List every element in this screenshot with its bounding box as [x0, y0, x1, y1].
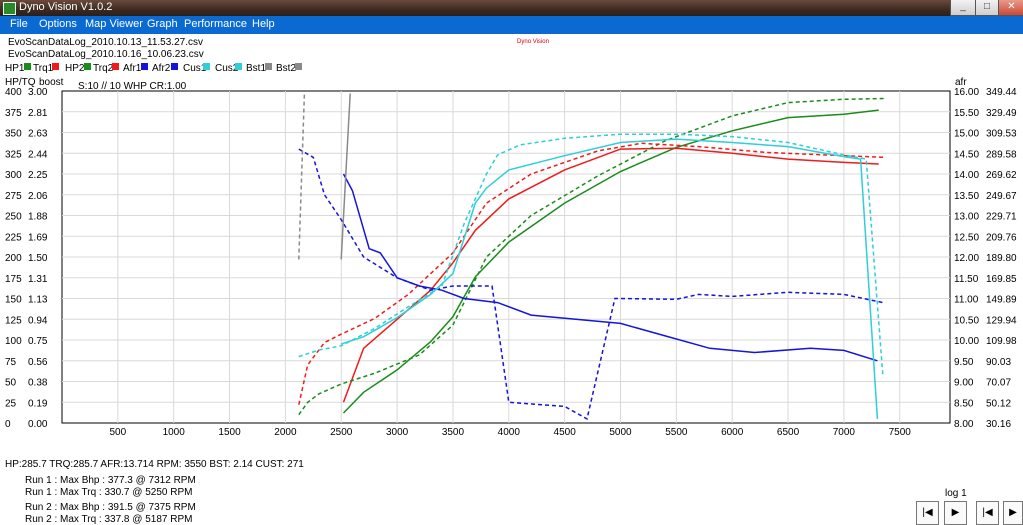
boost-tick-label: 2.25: [28, 170, 48, 181]
first-frame-button-2[interactable]: |◀: [976, 501, 999, 525]
boost-tick-label: 0.19: [28, 398, 48, 409]
afr-tick-label: 12.50: [954, 232, 979, 243]
afr-tick-label: 13.50: [954, 191, 979, 202]
cust-tick-label: 109.98: [986, 336, 1017, 347]
cust-tick-label: 289.58: [986, 149, 1017, 160]
hp-tick-label: 200: [5, 253, 22, 264]
afr-tick-label: 10.00: [954, 336, 979, 347]
hp-tick-label: 225: [5, 232, 22, 243]
boost-tick-label: 2.44: [28, 149, 48, 160]
boost-tick-label: 0.00: [28, 419, 48, 430]
cust-tick-label: 269.62: [986, 170, 1017, 181]
x-tick-label: 7500: [889, 427, 912, 438]
afr-tick-label: 11.50: [954, 274, 979, 285]
afr-tick-label: 13.00: [954, 212, 979, 223]
afr-tick-label: 16.00: [954, 87, 979, 98]
hp-tick-label: 100: [5, 336, 22, 347]
cust-tick-label: 229.71: [986, 212, 1017, 223]
hp-tick-label: 325: [5, 149, 22, 160]
status-readout: HP:285.7 TRQ:285.7 AFR:13.714 RPM: 3550 …: [5, 459, 304, 470]
boost-tick-label: 1.13: [28, 295, 48, 306]
boost-tick-label: 1.88: [28, 212, 48, 223]
run1-max-trq: Run 1 : Max Trq : 330.7 @ 5250 RPM: [25, 487, 193, 498]
first-frame-button[interactable]: |◀: [916, 501, 939, 525]
run1-max-bhp: Run 1 : Max Bhp : 377.3 @ 7312 RPM: [25, 475, 196, 486]
afr-tick-label: 15.50: [954, 108, 979, 119]
hp-tick-label: 25: [5, 398, 17, 409]
cust-tick-label: 349.44: [986, 87, 1017, 98]
x-tick-label: 500: [110, 427, 127, 438]
x-tick-label: 7000: [833, 427, 856, 438]
cust-tick-label: 169.85: [986, 274, 1017, 285]
hp-tick-label: 75: [5, 357, 17, 368]
boost-tick-label: 1.69: [28, 232, 48, 243]
cust-tick-label: 50.12: [986, 398, 1011, 409]
hp-tick-label: 375: [5, 108, 22, 119]
afr-tick-label: 8.50: [954, 398, 974, 409]
boost-tick-label: 3.00: [28, 87, 48, 98]
boost-tick-label: 0.75: [28, 336, 48, 347]
boost-tick-label: 0.38: [28, 378, 48, 389]
x-tick-label: 3000: [386, 427, 409, 438]
afr-tick-label: 9.50: [954, 357, 974, 368]
cust-tick-label: 189.80: [986, 253, 1017, 264]
x-tick-label: 4000: [498, 427, 521, 438]
cust-tick-label: 209.76: [986, 232, 1017, 243]
afr-tick-label: 14.00: [954, 170, 979, 181]
play-icon: ▶: [1009, 507, 1017, 518]
x-tick-label: 1000: [163, 427, 186, 438]
x-tick-label: 5000: [609, 427, 632, 438]
x-tick-label: 6000: [721, 427, 744, 438]
cust-tick-label: 129.94: [986, 315, 1017, 326]
boost-tick-label: 2.63: [28, 129, 48, 140]
cust-tick-label: 149.89: [986, 295, 1017, 306]
run2-max-bhp: Run 2 : Max Bhp : 391.5 @ 7375 RPM: [25, 502, 196, 513]
boost-tick-label: 0.94: [28, 315, 48, 326]
afr-tick-label: 12.00: [954, 253, 979, 264]
hp-tick-label: 250: [5, 212, 22, 223]
cust-tick-label: 249.67: [986, 191, 1017, 202]
x-tick-label: 3500: [442, 427, 465, 438]
hp-tick-label: 300: [5, 170, 22, 181]
run2-max-trq: Run 2 : Max Trq : 337.8 @ 5187 RPM: [25, 514, 193, 525]
afr-tick-label: 9.00: [954, 378, 974, 389]
play-icon: ▶: [951, 507, 960, 518]
skip-back-icon: |◀: [982, 507, 993, 518]
x-tick-label: 6500: [777, 427, 800, 438]
hp-tick-label: 0: [5, 419, 11, 430]
hp-tick-label: 400: [5, 87, 22, 98]
hp-tick-label: 125: [5, 315, 22, 326]
cust-tick-label: 70.07: [986, 378, 1011, 389]
x-tick-label: 4500: [554, 427, 577, 438]
cust-tick-label: 90.03: [986, 357, 1011, 368]
afr-tick-label: 14.50: [954, 149, 979, 160]
boost-tick-label: 0.56: [28, 357, 48, 368]
hp-tick-label: 350: [5, 129, 22, 140]
boost-tick-label: 1.50: [28, 253, 48, 264]
boost-tick-label: 1.31: [28, 274, 48, 285]
cust-tick-label: 309.53: [986, 129, 1017, 140]
play-button-2[interactable]: ▶: [1003, 501, 1023, 525]
x-tick-label: 2000: [274, 427, 297, 438]
cust-tick-label: 30.16: [986, 419, 1011, 430]
afr-tick-label: 15.00: [954, 129, 979, 140]
cust-tick-label: 329.49: [986, 108, 1017, 119]
skip-back-icon: |◀: [922, 507, 933, 518]
boost-tick-label: 2.81: [28, 108, 48, 119]
hp-tick-label: 275: [5, 191, 22, 202]
afr-tick-label: 11.00: [954, 295, 979, 306]
afr-tick-label: 10.50: [954, 315, 979, 326]
boost-tick-label: 2.06: [28, 191, 48, 202]
play-button[interactable]: ▶: [944, 501, 967, 525]
hp-tick-label: 175: [5, 274, 22, 285]
dyno-chart[interactable]: 400 3.00 16.00 349.44 375 2.81 15.50 329.49 350 2…: [0, 0, 1023, 525]
afr-tick-label: 8.00: [954, 419, 974, 430]
log-label: log 1: [945, 488, 967, 499]
x-tick-label: 5500: [665, 427, 688, 438]
hp-tick-label: 150: [5, 295, 22, 306]
x-tick-label: 1500: [218, 427, 241, 438]
hp-tick-label: 50: [5, 378, 17, 389]
x-tick-label: 2500: [330, 427, 353, 438]
